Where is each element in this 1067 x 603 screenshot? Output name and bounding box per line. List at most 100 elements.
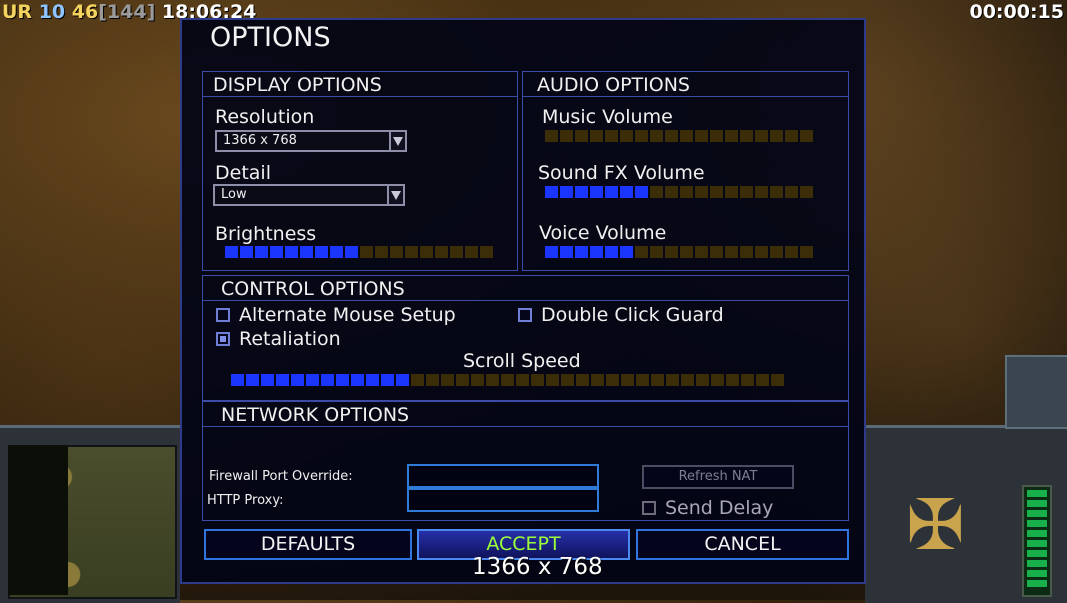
slider-segment[interactable] [465,246,478,258]
slider-segment[interactable] [635,130,648,142]
cancel-button[interactable]: CANCEL [636,529,849,560]
double-click-guard-checkbox[interactable] [518,308,532,322]
slider-segment[interactable] [695,130,708,142]
slider-segment[interactable] [591,374,604,386]
slider-segment[interactable] [695,246,708,258]
slider-segment[interactable] [426,374,439,386]
slider-segment[interactable] [300,246,313,258]
slider-segment[interactable] [635,186,648,198]
slider-segment[interactable] [620,186,633,198]
slider-segment[interactable] [261,374,274,386]
slider-segment[interactable] [800,186,813,198]
slider-segment[interactable] [456,374,469,386]
slider-segment[interactable] [666,374,679,386]
slider-segment[interactable] [276,374,289,386]
slider-segment[interactable] [531,374,544,386]
alternate-mouse-checkbox[interactable] [216,308,230,322]
slider-segment[interactable] [605,130,618,142]
slider-segment[interactable] [450,246,463,258]
slider-segment[interactable] [360,246,373,258]
slider-segment[interactable] [606,374,619,386]
slider-segment[interactable] [516,374,529,386]
slider-segment[interactable] [636,374,649,386]
chevron-down-icon[interactable] [387,184,405,206]
slider-segment[interactable] [575,186,588,198]
slider-segment[interactable] [255,246,268,258]
slider-segment[interactable] [620,246,633,258]
http-proxy-input[interactable] [407,488,599,512]
slider-segment[interactable] [785,130,798,142]
slider-segment[interactable] [381,374,394,386]
send-delay-checkbox[interactable] [642,501,656,515]
slider-segment[interactable] [621,374,634,386]
slider-segment[interactable] [270,246,283,258]
slider-segment[interactable] [545,186,558,198]
defaults-button[interactable]: DEFAULTS [204,529,412,560]
music-volume-slider[interactable] [545,130,813,142]
scroll-speed-slider[interactable] [231,374,784,386]
slider-segment[interactable] [650,130,663,142]
slider-segment[interactable] [351,374,364,386]
slider-segment[interactable] [441,374,454,386]
slider-segment[interactable] [336,374,349,386]
slider-segment[interactable] [740,246,753,258]
slider-segment[interactable] [240,246,253,258]
chevron-down-icon[interactable] [389,130,407,152]
slider-segment[interactable] [710,186,723,198]
slider-segment[interactable] [755,246,768,258]
slider-segment[interactable] [741,374,754,386]
slider-segment[interactable] [560,130,573,142]
slider-segment[interactable] [435,246,448,258]
slider-segment[interactable] [770,186,783,198]
slider-segment[interactable] [756,374,769,386]
slider-segment[interactable] [680,186,693,198]
slider-segment[interactable] [740,186,753,198]
retaliation-checkbox[interactable] [216,332,230,346]
slider-segment[interactable] [680,130,693,142]
slider-segment[interactable] [575,246,588,258]
slider-segment[interactable] [785,186,798,198]
slider-segment[interactable] [800,130,813,142]
slider-segment[interactable] [345,246,358,258]
slider-segment[interactable] [665,246,678,258]
retaliation-label[interactable]: Retaliation [239,328,341,350]
slider-segment[interactable] [651,374,664,386]
slider-segment[interactable] [375,246,388,258]
slider-segment[interactable] [480,246,493,258]
slider-segment[interactable] [725,130,738,142]
slider-segment[interactable] [665,130,678,142]
slider-segment[interactable] [231,374,244,386]
slider-segment[interactable] [605,246,618,258]
slider-segment[interactable] [740,130,753,142]
slider-segment[interactable] [726,374,739,386]
refresh-nat-button[interactable]: Refresh NAT [642,465,794,489]
voice-volume-slider[interactable] [545,246,813,258]
slider-segment[interactable] [770,130,783,142]
slider-segment[interactable] [771,374,784,386]
alternate-mouse-label[interactable]: Alternate Mouse Setup [239,304,456,326]
sfx-volume-slider[interactable] [545,186,813,198]
slider-segment[interactable] [225,246,238,258]
slider-segment[interactable] [755,130,768,142]
slider-segment[interactable] [785,246,798,258]
firewall-port-input[interactable] [407,464,599,488]
slider-segment[interactable] [285,246,298,258]
slider-segment[interactable] [411,374,424,386]
slider-segment[interactable] [800,246,813,258]
slider-segment[interactable] [246,374,259,386]
slider-segment[interactable] [710,130,723,142]
slider-segment[interactable] [665,186,678,198]
slider-segment[interactable] [725,186,738,198]
slider-segment[interactable] [696,374,709,386]
slider-segment[interactable] [546,374,559,386]
slider-segment[interactable] [635,246,648,258]
slider-segment[interactable] [680,246,693,258]
slider-segment[interactable] [545,130,558,142]
slider-segment[interactable] [560,246,573,258]
slider-segment[interactable] [755,186,768,198]
slider-segment[interactable] [315,246,328,258]
slider-segment[interactable] [710,246,723,258]
send-delay-label[interactable]: Send Delay [665,497,773,519]
slider-segment[interactable] [650,246,663,258]
slider-segment[interactable] [620,130,633,142]
